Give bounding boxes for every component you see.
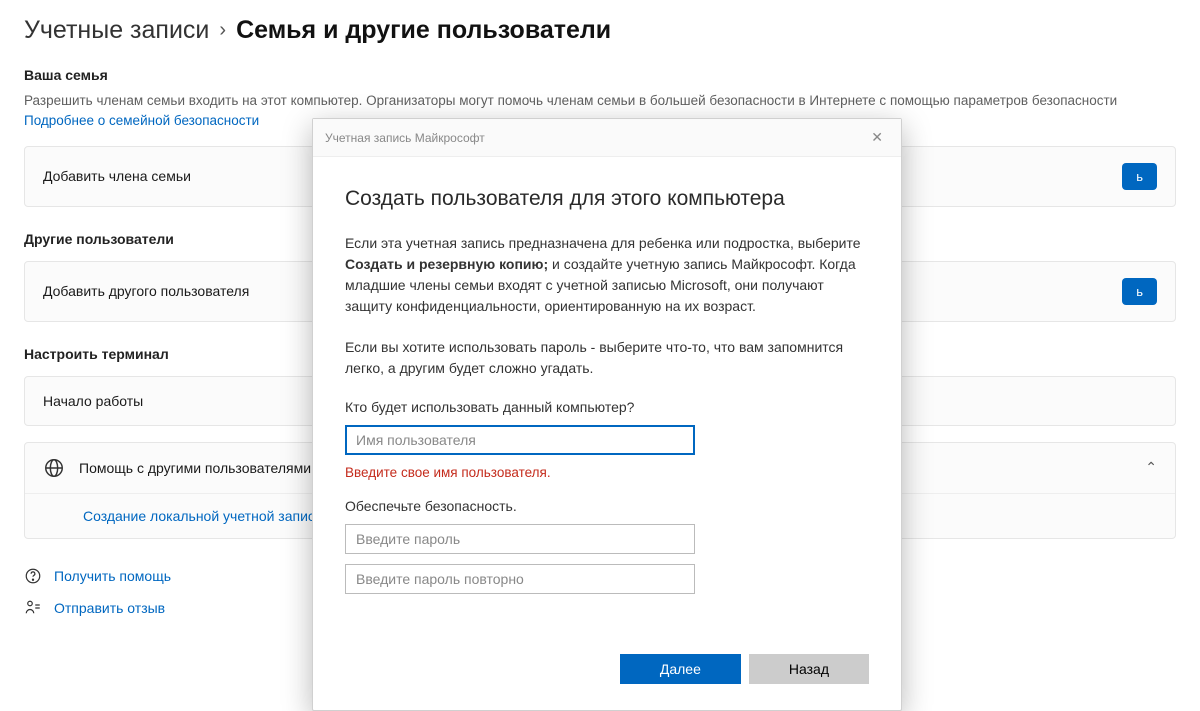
family-section-title: Ваша семья xyxy=(24,67,1176,83)
terminal-label: Начало работы xyxy=(43,393,143,409)
password-input[interactable] xyxy=(345,524,695,554)
username-label: Кто будет использовать данный компьютер? xyxy=(345,399,869,415)
breadcrumb-current: Семья и другие пользователи xyxy=(236,16,611,45)
add-other-user-label: Добавить другого пользователя xyxy=(43,283,249,299)
username-error: Введите свое имя пользователя. xyxy=(345,465,869,480)
globe-icon xyxy=(43,457,65,479)
dialog-titlebar: Учетная запись Майкрософт ✕ xyxy=(313,119,901,157)
add-family-member-button[interactable]: ь xyxy=(1122,163,1157,190)
help-icon xyxy=(24,567,42,585)
dialog-paragraph-1: Если эта учетная запись предназначена дл… xyxy=(345,233,869,317)
dialog-title: Учетная запись Майкрософт xyxy=(325,131,485,145)
next-button[interactable]: Далее xyxy=(620,654,741,684)
dialog-heading: Создать пользователя для этого компьютер… xyxy=(345,187,869,211)
breadcrumb-parent[interactable]: Учетные записи xyxy=(24,16,209,45)
chevron-up-icon: ⌃ xyxy=(1145,459,1157,476)
password-confirm-input[interactable] xyxy=(345,564,695,594)
breadcrumb: Учетные записи › Семья и другие пользова… xyxy=(24,16,1176,45)
microsoft-account-dialog: Учетная запись Майкрософт ✕ Создать поль… xyxy=(312,118,902,711)
add-family-member-label: Добавить члена семьи xyxy=(43,168,191,184)
create-local-account-link[interactable]: Создание локальной учетной записи п xyxy=(83,508,334,524)
related-help-label: Помощь с другими пользователями xyxy=(79,460,311,476)
feedback-icon xyxy=(24,599,42,617)
dialog-paragraph-2: Если вы хотите использовать пароль - выб… xyxy=(345,337,869,379)
username-input[interactable] xyxy=(345,425,695,455)
security-label: Обеспечьте безопасность. xyxy=(345,498,869,514)
chevron-right-icon: › xyxy=(219,19,226,42)
back-button[interactable]: Назад xyxy=(749,654,869,684)
close-icon[interactable]: ✕ xyxy=(865,127,889,148)
add-other-user-button[interactable]: ь xyxy=(1122,278,1157,305)
family-safety-link[interactable]: Подробнее о семейной безопасности xyxy=(24,113,259,128)
